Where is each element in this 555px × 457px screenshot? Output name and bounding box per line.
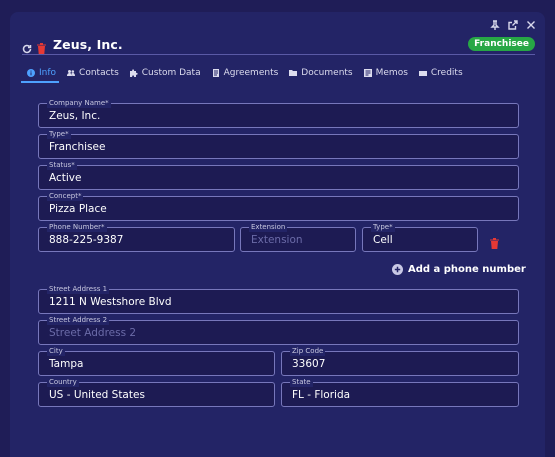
tab-documents[interactable]: Documents bbox=[289, 66, 353, 80]
tab-credits[interactable]: Credits bbox=[418, 66, 463, 80]
memo-icon bbox=[363, 69, 372, 77]
info-icon bbox=[27, 69, 35, 77]
field-label: Type* bbox=[371, 223, 395, 232]
street-address-2-field[interactable]: Street Address 2 Street Address 2 bbox=[38, 316, 519, 345]
field-label: Type* bbox=[47, 130, 71, 139]
concept-field[interactable]: Concept* Pizza Place bbox=[38, 192, 519, 221]
field-value: 33607 bbox=[292, 358, 326, 370]
active-tab-indicator bbox=[21, 81, 59, 83]
field-label: State bbox=[290, 378, 313, 387]
add-phone-button[interactable]: Add a phone number bbox=[392, 264, 526, 275]
phone-number-field[interactable]: Phone Number* 888-225-9387 bbox=[38, 223, 235, 252]
refresh-icon[interactable] bbox=[22, 39, 32, 54]
credits-icon bbox=[418, 69, 427, 77]
contacts-icon bbox=[67, 69, 76, 77]
phone-type-field[interactable]: Type* Cell bbox=[362, 223, 478, 252]
field-value: Pizza Place bbox=[49, 203, 107, 215]
type-field[interactable]: Type* Franchisee bbox=[38, 130, 519, 159]
header-divider bbox=[22, 54, 535, 55]
field-label: Extension bbox=[249, 223, 288, 232]
window-controls bbox=[489, 19, 536, 30]
field-value: US - United States bbox=[49, 389, 145, 401]
record-header: Zeus, Inc. Franchisee bbox=[22, 34, 535, 54]
tab-memos[interactable]: Memos bbox=[363, 66, 408, 80]
delete-phone-icon[interactable] bbox=[490, 234, 500, 249]
field-label: Status* bbox=[47, 161, 77, 170]
tab-agreements[interactable]: Agreements bbox=[212, 66, 279, 80]
field-label: Street Address 1 bbox=[47, 285, 110, 294]
field-value: Franchisee bbox=[49, 141, 106, 153]
zip-code-field[interactable]: Zip Code 33607 bbox=[281, 347, 519, 376]
tab-label: Contacts bbox=[79, 68, 119, 78]
tab-bar: Info Contacts Custom Data Agreements Doc… bbox=[27, 66, 474, 80]
tab-label: Memos bbox=[375, 68, 408, 78]
trash-icon[interactable] bbox=[37, 39, 47, 54]
pin-icon[interactable] bbox=[489, 19, 500, 30]
close-icon[interactable] bbox=[525, 19, 536, 30]
tab-label: Credits bbox=[430, 68, 463, 78]
tab-label: Agreements bbox=[223, 68, 279, 78]
status-field[interactable]: Status* Active bbox=[38, 161, 519, 190]
folder-icon bbox=[289, 69, 298, 77]
field-label: Country bbox=[47, 378, 79, 387]
country-field[interactable]: Country US - United States bbox=[38, 378, 275, 407]
add-phone-label: Add a phone number bbox=[408, 264, 526, 275]
field-label: City bbox=[47, 347, 65, 356]
field-value: Active bbox=[49, 172, 82, 184]
field-label: Company Name* bbox=[47, 99, 111, 108]
field-value: Tampa bbox=[49, 358, 84, 370]
field-label: Zip Code bbox=[290, 347, 326, 356]
page-title: Zeus, Inc. bbox=[53, 36, 123, 52]
field-label: Street Address 2 bbox=[47, 316, 110, 325]
extension-field[interactable]: Extension Extension bbox=[240, 223, 356, 252]
field-label: Phone Number* bbox=[47, 223, 107, 232]
tab-info[interactable]: Info bbox=[27, 66, 56, 80]
tab-contacts[interactable]: Contacts bbox=[67, 66, 119, 80]
tab-label: Info bbox=[39, 68, 57, 78]
tab-custom-data[interactable]: Custom Data bbox=[129, 66, 201, 80]
field-value: Cell bbox=[373, 234, 393, 246]
tab-label: Documents bbox=[301, 68, 353, 78]
company-name-field[interactable]: Company Name* Zeus, Inc. bbox=[38, 99, 519, 128]
tab-label: Custom Data bbox=[141, 68, 201, 78]
field-value: FL - Florida bbox=[292, 389, 351, 401]
plus-circle-icon bbox=[392, 264, 403, 275]
field-value: 888-225-9387 bbox=[49, 234, 124, 246]
city-field[interactable]: City Tampa bbox=[38, 347, 275, 376]
status-badge: Franchisee bbox=[468, 37, 535, 51]
field-value: Zeus, Inc. bbox=[49, 110, 101, 122]
field-label: Concept* bbox=[47, 192, 84, 201]
field-placeholder: Street Address 2 bbox=[49, 327, 137, 339]
field-placeholder: Extension bbox=[251, 234, 303, 246]
street-address-1-field[interactable]: Street Address 1 1211 N Westshore Blvd bbox=[38, 285, 519, 314]
popout-icon[interactable] bbox=[507, 19, 518, 30]
field-value: 1211 N Westshore Blvd bbox=[49, 296, 172, 308]
agreement-icon bbox=[212, 69, 220, 77]
state-field[interactable]: State FL - Florida bbox=[281, 378, 519, 407]
puzzle-icon bbox=[129, 69, 138, 77]
